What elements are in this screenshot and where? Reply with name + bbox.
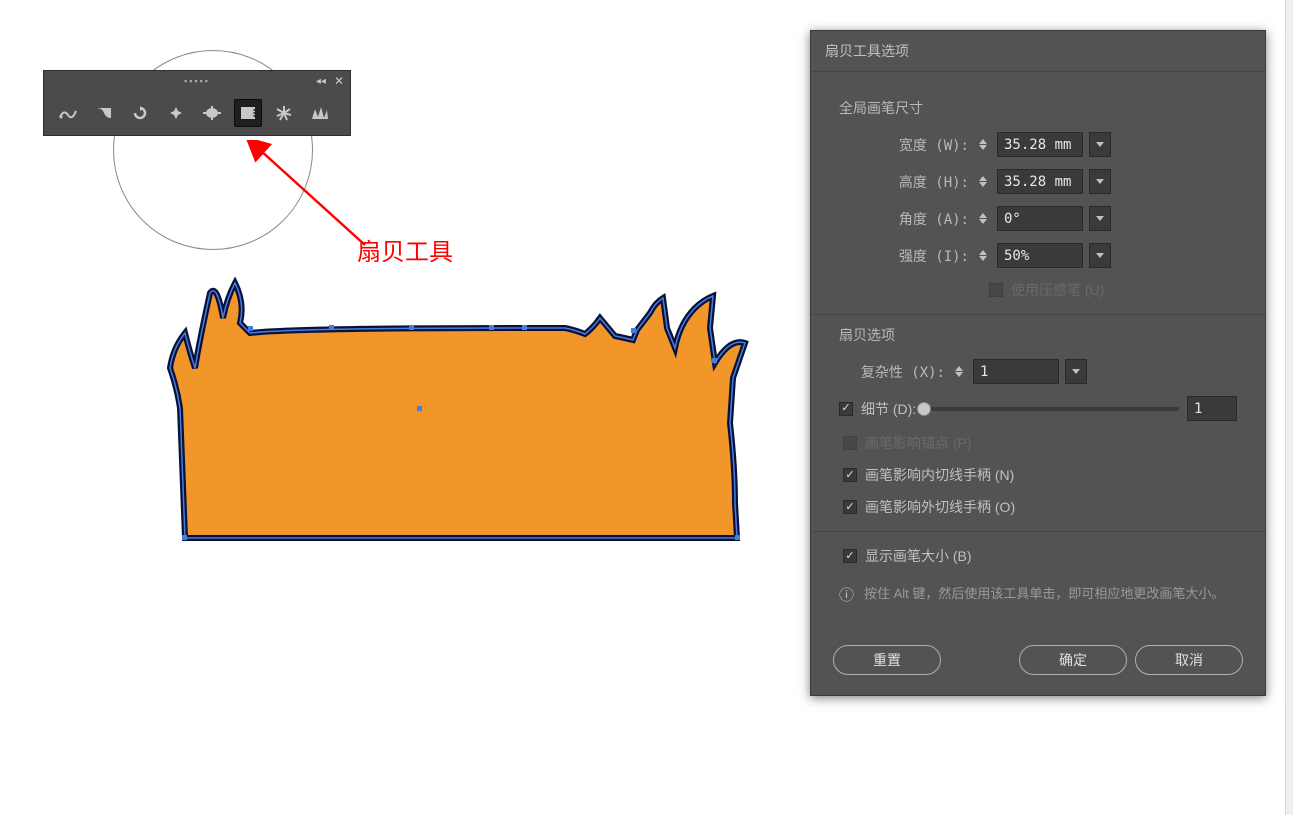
height-spinner[interactable] <box>975 169 991 194</box>
canvas-artwork <box>155 268 755 558</box>
toolbar-header[interactable]: ▪▪▪▪▪ ◂◂ ✕ <box>44 71 350 91</box>
complexity-spinner[interactable] <box>951 359 967 384</box>
width-spinner[interactable] <box>975 132 991 157</box>
scrollbar-area <box>1285 0 1293 815</box>
info-icon: ⓘ <box>839 584 854 605</box>
anchor-checkbox <box>843 436 857 450</box>
detail-slider[interactable] <box>924 407 1179 411</box>
chevron-down-icon <box>1096 142 1104 147</box>
show-brush-label: 显示画笔大小 (B) <box>865 546 972 566</box>
chevron-down-icon <box>1072 369 1080 374</box>
cancel-button[interactable]: 取消 <box>1135 645 1243 675</box>
angle-label: 角度 (A): <box>839 209 969 229</box>
complexity-input[interactable] <box>973 359 1059 384</box>
liquify-toolbar: ▪▪▪▪▪ ◂◂ ✕ <box>43 70 351 136</box>
scallop-tool[interactable] <box>234 99 262 127</box>
collapse-icon[interactable]: ◂◂ <box>316 76 326 87</box>
slider-thumb[interactable] <box>917 402 931 416</box>
scallop-section-label: 扇贝选项 <box>839 325 1237 345</box>
angle-spinner[interactable] <box>975 206 991 231</box>
out-tangent-label: 画笔影响外切线手柄 (O) <box>865 497 1015 517</box>
ok-button[interactable]: 确定 <box>1019 645 1127 675</box>
in-tangent-checkbox[interactable] <box>843 468 857 482</box>
twirl-tool[interactable] <box>90 99 118 127</box>
height-dropdown[interactable] <box>1089 169 1111 194</box>
pressure-pen-checkbox <box>989 283 1003 297</box>
bloat-tool[interactable] <box>198 99 226 127</box>
dialog-title: 扇贝工具选项 <box>811 31 1265 72</box>
warp-tool[interactable] <box>54 99 82 127</box>
close-icon[interactable]: ✕ <box>334 74 344 88</box>
anchor-label: 画笔影响锚点 (P) <box>865 433 972 453</box>
out-tangent-checkbox[interactable] <box>843 500 857 514</box>
detail-label: 细节 (D): <box>861 399 916 419</box>
intensity-input[interactable] <box>997 243 1083 268</box>
global-brush-section-label: 全局画笔尺寸 <box>839 98 1237 118</box>
intensity-spinner[interactable] <box>975 243 991 268</box>
info-text: 按住 Alt 键，然后使用该工具单击，即可相应地更改画笔大小。 <box>864 584 1224 605</box>
detail-checkbox[interactable] <box>839 402 853 416</box>
angle-dropdown[interactable] <box>1089 206 1111 231</box>
detail-value-input[interactable] <box>1187 396 1237 421</box>
chevron-down-icon <box>1096 216 1104 221</box>
width-dropdown[interactable] <box>1089 132 1111 157</box>
pressure-pen-label: 使用压感笔 (U) <box>1011 280 1104 300</box>
pucker-tool[interactable] <box>162 99 190 127</box>
reset-button[interactable]: 重置 <box>833 645 941 675</box>
grip-icon: ▪▪▪▪▪ <box>184 76 210 86</box>
wrinkle-tool[interactable] <box>306 99 334 127</box>
twirl-cw-tool[interactable] <box>126 99 154 127</box>
in-tangent-label: 画笔影响内切线手柄 (N) <box>865 465 1014 485</box>
height-label: 高度 (H): <box>839 172 969 192</box>
annotation-label: 扇贝工具 <box>357 232 453 267</box>
intensity-dropdown[interactable] <box>1089 243 1111 268</box>
angle-input[interactable] <box>997 206 1083 231</box>
complexity-label: 复杂性 (X): <box>839 362 945 382</box>
chevron-down-icon <box>1096 253 1104 258</box>
scallop-options-dialog: 扇贝工具选项 全局画笔尺寸 宽度 (W): 高度 (H): 角度 (A): 强度… <box>810 30 1266 696</box>
complexity-dropdown[interactable] <box>1065 359 1087 384</box>
width-input[interactable] <box>997 132 1083 157</box>
chevron-down-icon <box>1096 179 1104 184</box>
width-label: 宽度 (W): <box>839 135 969 155</box>
intensity-label: 强度 (I): <box>839 246 969 266</box>
show-brush-checkbox[interactable] <box>843 549 857 563</box>
height-input[interactable] <box>997 169 1083 194</box>
crystallize-tool[interactable] <box>270 99 298 127</box>
